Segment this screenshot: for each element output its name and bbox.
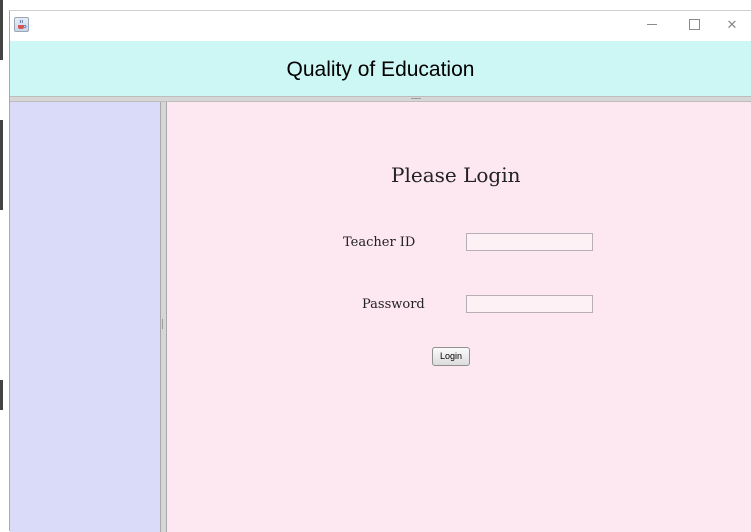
- app-title: Quality of Education: [286, 58, 475, 81]
- login-panel: Please Login Teacher ID Password Login: [167, 102, 751, 532]
- java-cup-icon[interactable]: [14, 17, 29, 32]
- close-button[interactable]: ✕: [712, 11, 751, 41]
- maximize-icon: [688, 18, 700, 30]
- minimize-icon: [647, 24, 657, 25]
- password-field[interactable]: [466, 295, 593, 313]
- minimize-button[interactable]: [632, 11, 672, 41]
- header-banner: Quality of Education: [10, 41, 751, 96]
- application-window: ✕ Quality of Education Please Login Teac…: [9, 10, 751, 532]
- maximize-button[interactable]: [674, 11, 714, 41]
- window-edge-mark: [0, 120, 3, 210]
- login-heading: Please Login: [391, 163, 521, 187]
- divider-grip-icon: [411, 98, 421, 101]
- divider-grip-icon: [162, 319, 165, 329]
- sidebar-panel: [10, 102, 160, 532]
- close-icon: ✕: [726, 18, 738, 33]
- title-bar[interactable]: ✕: [10, 11, 751, 41]
- vertical-split-divider[interactable]: [160, 102, 167, 532]
- login-button[interactable]: Login: [432, 347, 470, 366]
- window-edge-mark: [0, 0, 3, 60]
- password-label: Password: [362, 297, 425, 312]
- teacher-id-label: Teacher ID: [343, 235, 416, 250]
- teacher-id-field[interactable]: [466, 233, 593, 251]
- window-edge-mark: [0, 380, 3, 410]
